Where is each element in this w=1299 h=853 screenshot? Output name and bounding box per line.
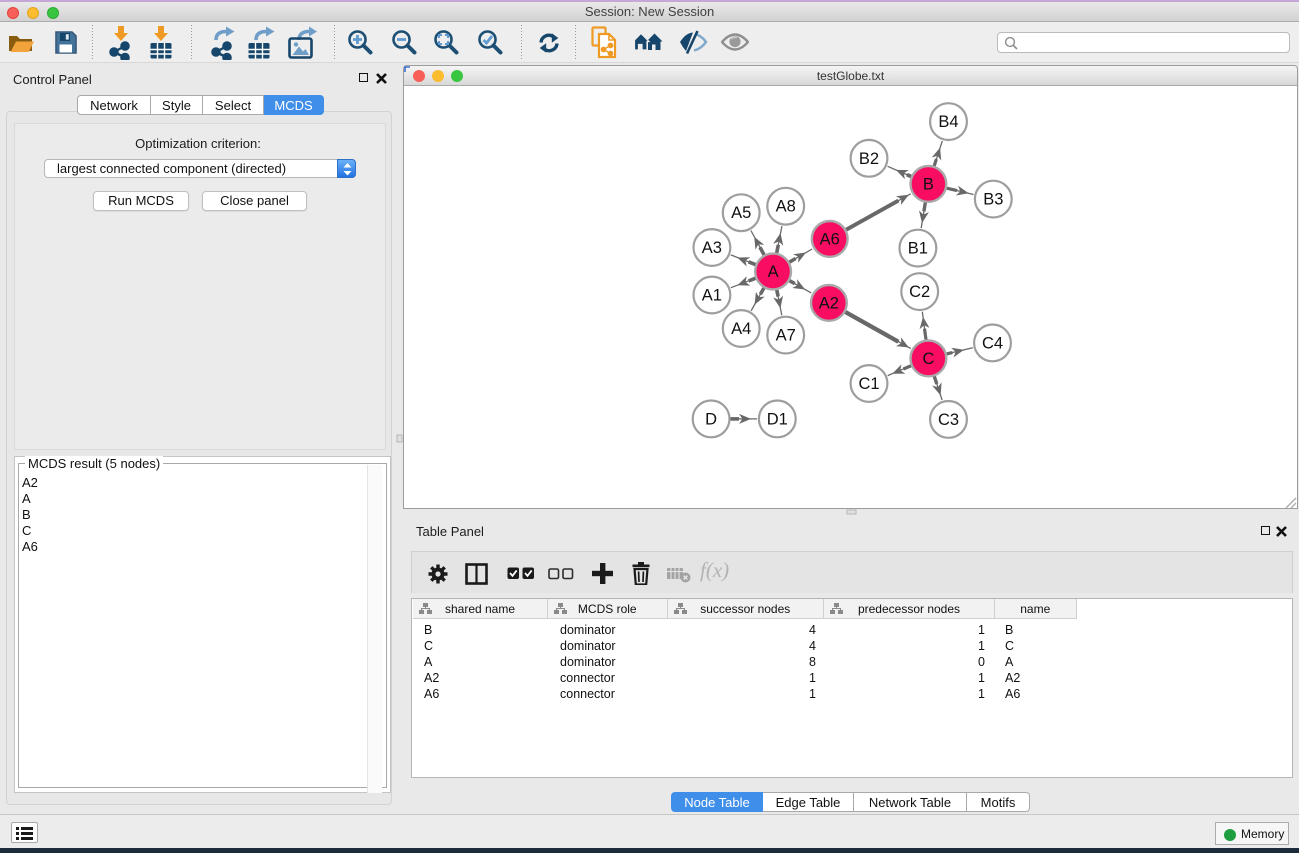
svg-text:A5: A5: [731, 204, 751, 222]
svg-text:C3: C3: [938, 411, 959, 429]
svg-text:B2: B2: [859, 150, 879, 168]
svg-text:A1: A1: [702, 287, 722, 305]
svg-text:A7: A7: [776, 327, 796, 345]
svg-text:D1: D1: [767, 410, 788, 428]
svg-text:B1: B1: [908, 240, 928, 258]
svg-text:A4: A4: [731, 320, 751, 338]
svg-text:B4: B4: [938, 113, 958, 131]
svg-text:B3: B3: [983, 191, 1003, 209]
svg-text:A2: A2: [819, 294, 839, 312]
svg-text:C4: C4: [982, 334, 1003, 352]
svg-text:C: C: [922, 350, 934, 368]
svg-text:C2: C2: [909, 283, 930, 301]
svg-text:A6: A6: [820, 230, 840, 248]
svg-text:D: D: [705, 410, 717, 428]
svg-text:A3: A3: [702, 239, 722, 257]
svg-text:C1: C1: [858, 375, 879, 393]
svg-text:A: A: [768, 263, 779, 281]
svg-text:A8: A8: [776, 198, 796, 216]
svg-text:B: B: [923, 175, 934, 193]
